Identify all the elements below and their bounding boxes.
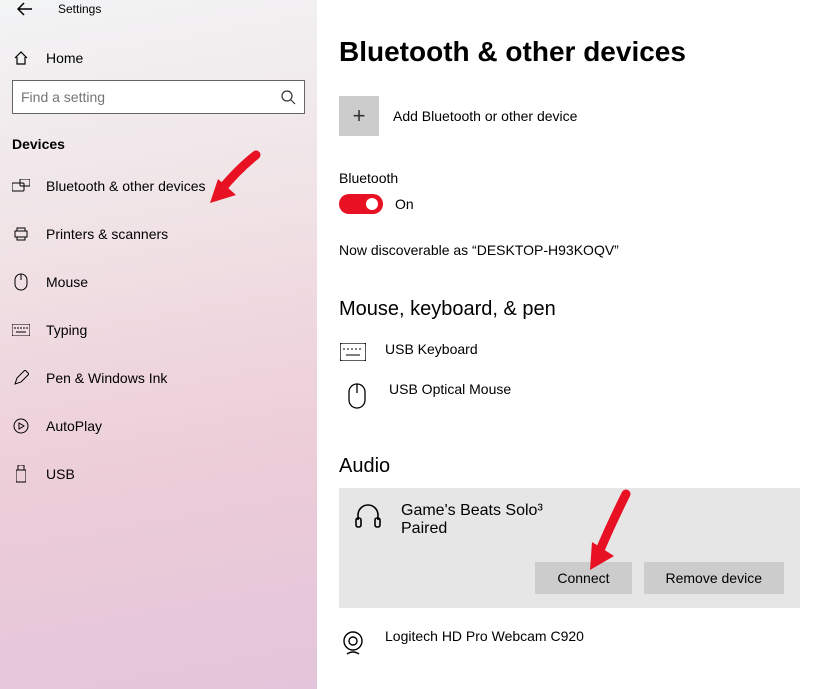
nav-usb[interactable]: USB <box>0 450 317 498</box>
connect-button[interactable]: Connect <box>535 562 631 594</box>
nav-label: Mouse <box>46 274 88 290</box>
home-label: Home <box>46 50 83 66</box>
back-arrow-icon <box>17 2 33 16</box>
pen-icon <box>12 370 30 386</box>
remove-device-button[interactable]: Remove device <box>644 562 785 594</box>
search-box[interactable] <box>12 80 305 114</box>
device-name: USB Keyboard <box>385 341 478 357</box>
nav-label: USB <box>46 466 75 482</box>
nav-pen[interactable]: Pen & Windows Ink <box>0 354 317 402</box>
section-label: Devices <box>0 136 317 162</box>
device-name: Game's Beats Solo³ <box>401 502 543 520</box>
device-keyboard[interactable]: USB Keyboard <box>339 331 800 371</box>
mouse-icon <box>343 383 371 409</box>
page-title: Bluetooth & other devices <box>339 36 800 68</box>
devices-icon <box>12 179 30 193</box>
app-title: Settings <box>58 2 101 16</box>
device-webcam[interactable]: Logitech HD Pro Webcam C920 <box>339 618 800 666</box>
title-bar: Settings <box>0 0 317 18</box>
bluetooth-state: On <box>395 196 414 212</box>
mouse-icon <box>12 273 30 291</box>
audio-device-card[interactable]: Game's Beats Solo³ Paired Connect Remove… <box>339 488 800 608</box>
home-nav[interactable]: Home <box>12 50 317 66</box>
usb-icon <box>12 465 30 483</box>
autoplay-icon <box>12 418 30 434</box>
category-audio: Audio <box>339 455 800 478</box>
main-panel: Bluetooth & other devices + Add Bluetoot… <box>317 0 822 689</box>
nav-bluetooth[interactable]: Bluetooth & other devices <box>0 162 317 210</box>
nav-label: Typing <box>46 322 87 338</box>
search-container <box>12 80 305 114</box>
search-input[interactable] <box>21 89 280 105</box>
bluetooth-label: Bluetooth <box>339 170 800 186</box>
add-device-button[interactable]: + Add Bluetooth or other device <box>339 96 800 136</box>
plus-icon: + <box>339 96 379 136</box>
settings-sidebar: Settings Home Devices Bluetooth & other … <box>0 0 317 689</box>
nav-typing[interactable]: Typing <box>0 306 317 354</box>
nav-label: Bluetooth & other devices <box>46 178 206 194</box>
keyboard-icon <box>12 324 30 336</box>
category-mouse-keyboard: Mouse, keyboard, & pen <box>339 298 800 321</box>
printer-icon <box>12 226 30 242</box>
back-button[interactable] <box>8 0 42 18</box>
nav-label: Pen & Windows Ink <box>46 370 167 386</box>
device-status: Paired <box>401 520 543 538</box>
device-name: USB Optical Mouse <box>389 381 511 397</box>
webcam-icon <box>339 630 367 656</box>
nav-label: AutoPlay <box>46 418 102 434</box>
add-device-label: Add Bluetooth or other device <box>393 108 577 124</box>
bluetooth-toggle[interactable] <box>339 194 383 214</box>
device-name: Logitech HD Pro Webcam C920 <box>385 628 584 644</box>
nav-printers[interactable]: Printers & scanners <box>0 210 317 258</box>
nav-autoplay[interactable]: AutoPlay <box>0 402 317 450</box>
search-icon <box>280 89 296 105</box>
discoverable-text: Now discoverable as “DESKTOP-H93KOQV” <box>339 242 800 258</box>
home-icon <box>12 50 30 66</box>
bluetooth-toggle-row: On <box>339 194 800 214</box>
headphones-icon <box>355 502 383 528</box>
nav-label: Printers & scanners <box>46 226 168 242</box>
nav-mouse[interactable]: Mouse <box>0 258 317 306</box>
keyboard-icon <box>339 343 367 361</box>
device-mouse[interactable]: USB Optical Mouse <box>339 371 800 419</box>
